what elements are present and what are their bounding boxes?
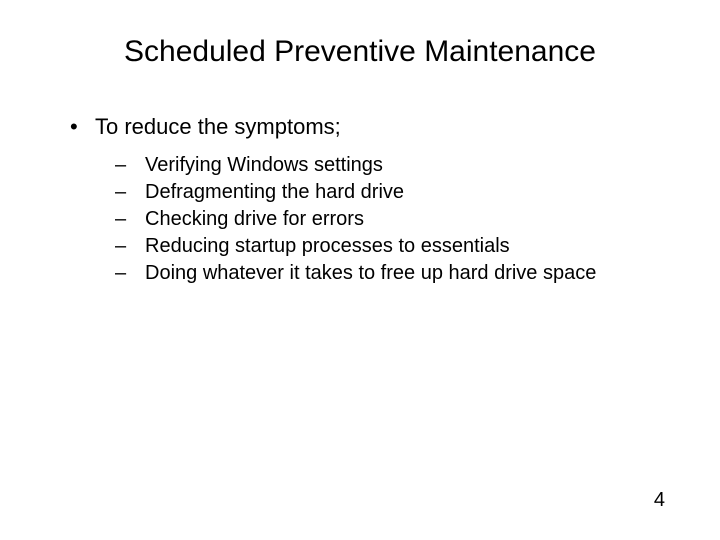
slide: Scheduled Preventive Maintenance • To re… [0,0,720,540]
dash-marker: – [115,181,145,204]
dash-marker: – [115,235,145,258]
sub-bullet-list: – Verifying Windows settings – Defragmen… [70,154,670,285]
dash-marker: – [115,208,145,231]
page-number: 4 [654,489,665,512]
bullet-text: Defragmenting the hard drive [145,181,404,204]
bullet-marker: • [70,114,95,140]
bullet-text: To reduce the symptoms; [95,114,341,140]
bullet-level2: – Verifying Windows settings [115,154,670,177]
bullet-level2: – Defragmenting the hard drive [115,181,670,204]
bullet-level2: – Doing whatever it takes to free up har… [115,262,670,285]
dash-marker: – [115,154,145,177]
bullet-text: Verifying Windows settings [145,154,383,177]
bullet-text: Doing whatever it takes to free up hard … [145,262,596,285]
bullet-level2: – Checking drive for errors [115,208,670,231]
bullet-text: Checking drive for errors [145,208,364,231]
bullet-level1: • To reduce the symptoms; [70,114,670,140]
slide-content: • To reduce the symptoms; – Verifying Wi… [50,114,670,285]
dash-marker: – [115,262,145,285]
slide-title: Scheduled Preventive Maintenance [50,35,670,69]
bullet-level2: – Reducing startup processes to essentia… [115,235,670,258]
bullet-text: Reducing startup processes to essentials [145,235,510,258]
